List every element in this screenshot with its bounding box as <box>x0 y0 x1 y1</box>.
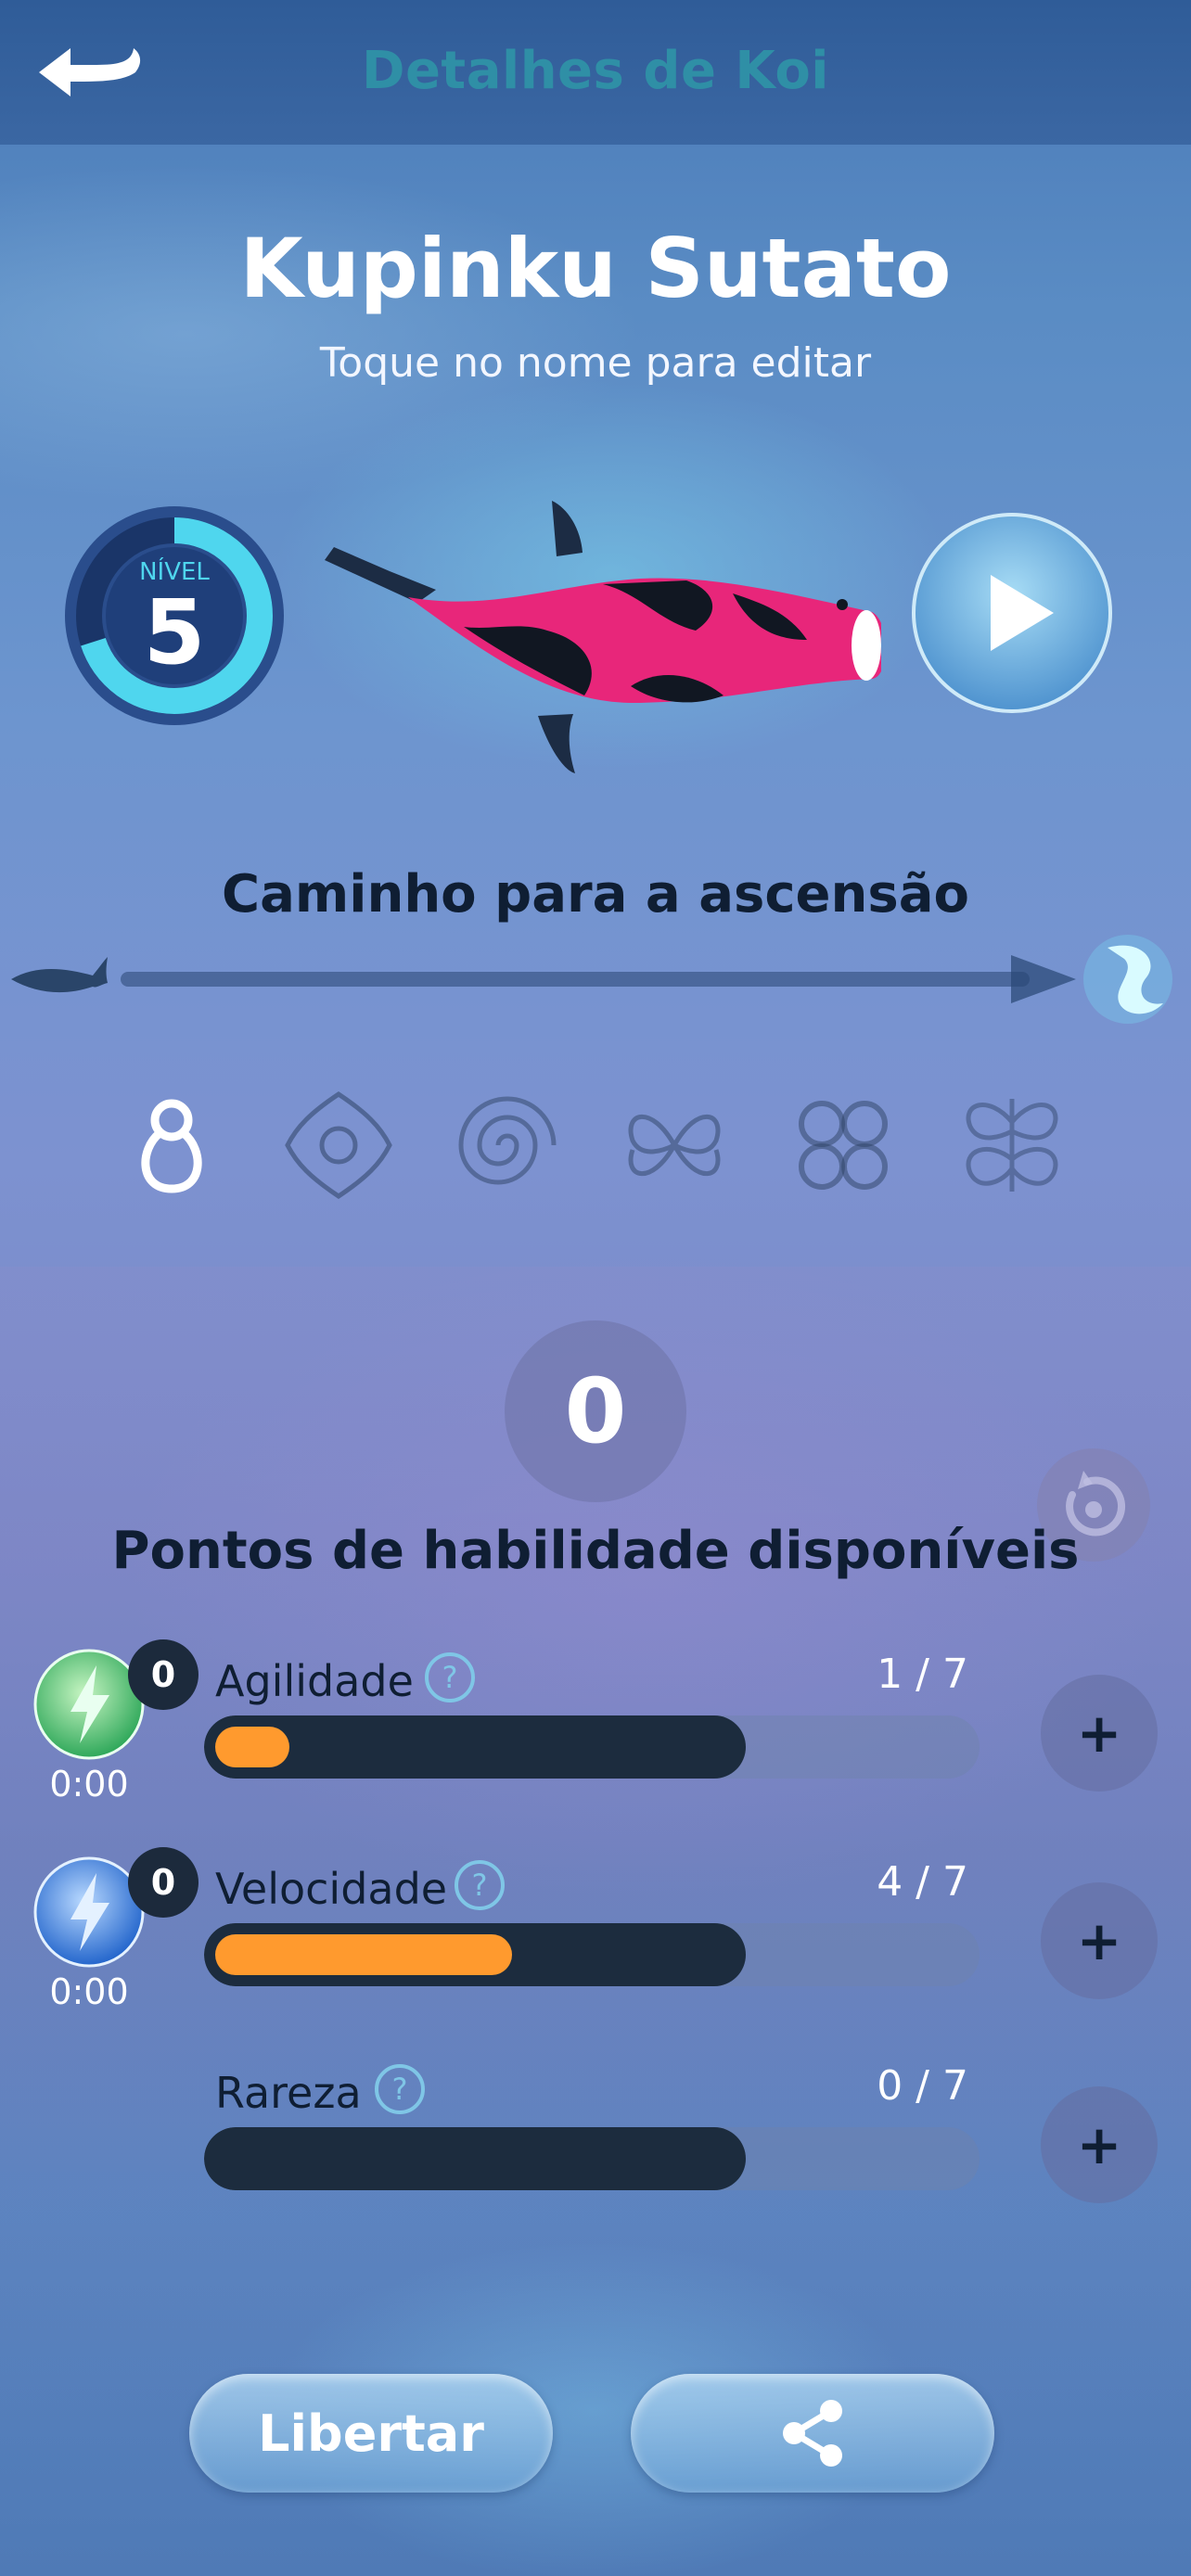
help-icon[interactable]: ? <box>423 1651 477 1704</box>
rarity-label: Rareza <box>215 2068 362 2118</box>
agility-plus-button[interactable]: + <box>1041 1675 1158 1792</box>
stage-1-icon[interactable] <box>111 1085 232 1205</box>
rarity-bar-cap <box>204 2127 746 2190</box>
share-button[interactable] <box>631 2374 994 2493</box>
speed-bar-fill <box>215 1934 512 1975</box>
ascension-title: Caminho para a ascensão <box>222 864 969 925</box>
koi-fish-image <box>325 501 881 773</box>
dragon-icon <box>1083 935 1172 1024</box>
stat-speed-row: 0 0:00 Velocidade ? 4 / 7 + <box>0 1845 1191 2031</box>
rarity-bar <box>204 2127 980 2190</box>
koi-silhouette-icon <box>11 957 108 993</box>
svg-text:?: ? <box>442 1660 458 1695</box>
rarity-value: 0 / 7 <box>877 2062 968 2110</box>
agility-boost-timer: 0:00 <box>49 1764 129 1804</box>
top-bar: Detalhes de Koi <box>0 0 1191 145</box>
ascension-stages <box>93 1085 1076 1205</box>
stat-agility-row: 0 0:00 Agilidade ? 1 / 7 + <box>0 1638 1191 1823</box>
agility-value: 1 / 7 <box>877 1651 968 1698</box>
edit-name-hint: Toque no nome para editar <box>319 339 872 387</box>
rarity-plus-button[interactable]: + <box>1041 2086 1158 2203</box>
stage-6-icon[interactable] <box>952 1085 1072 1205</box>
stage-2-icon[interactable] <box>278 1085 399 1205</box>
help-icon[interactable]: ? <box>453 1858 506 1912</box>
agility-bar-fill <box>215 1727 289 1767</box>
agility-boost-count: 0 <box>128 1639 198 1710</box>
koi-name[interactable]: Kupinku Sutato <box>0 221 1191 316</box>
release-label: Libertar <box>258 2404 484 2463</box>
stage-3-icon[interactable] <box>447 1085 568 1205</box>
page-title: Detalhes de Koi <box>361 41 830 101</box>
stage-5-icon[interactable] <box>783 1085 903 1205</box>
release-button[interactable]: Libertar <box>189 2374 553 2493</box>
speed-value: 4 / 7 <box>877 1858 968 1906</box>
available-points-label: Pontos de habilidade disponíveis <box>111 1521 1080 1581</box>
speed-boost-count: 0 <box>128 1847 198 1918</box>
share-icon <box>783 2400 842 2467</box>
ascension-path <box>11 935 1172 1024</box>
speed-label: Velocidade <box>215 1864 448 1914</box>
stage-4-icon[interactable] <box>614 1085 735 1205</box>
help-icon[interactable]: ? <box>373 2062 427 2116</box>
stat-rarity-row: Rareza ? 0 / 7 + <box>0 2049 1191 2235</box>
svg-text:?: ? <box>392 2072 408 2107</box>
speed-boost-timer: 0:00 <box>49 1971 129 2012</box>
available-points-value: 0 <box>564 1359 627 1463</box>
speed-bar <box>204 1923 980 1986</box>
agility-label: Agilidade <box>215 1656 414 1706</box>
play-button[interactable] <box>909 510 1115 716</box>
level-value: 5 <box>143 580 206 684</box>
agility-bar <box>204 1715 980 1779</box>
speed-plus-button[interactable]: + <box>1041 1882 1158 1999</box>
svg-text:?: ? <box>472 1868 488 1903</box>
